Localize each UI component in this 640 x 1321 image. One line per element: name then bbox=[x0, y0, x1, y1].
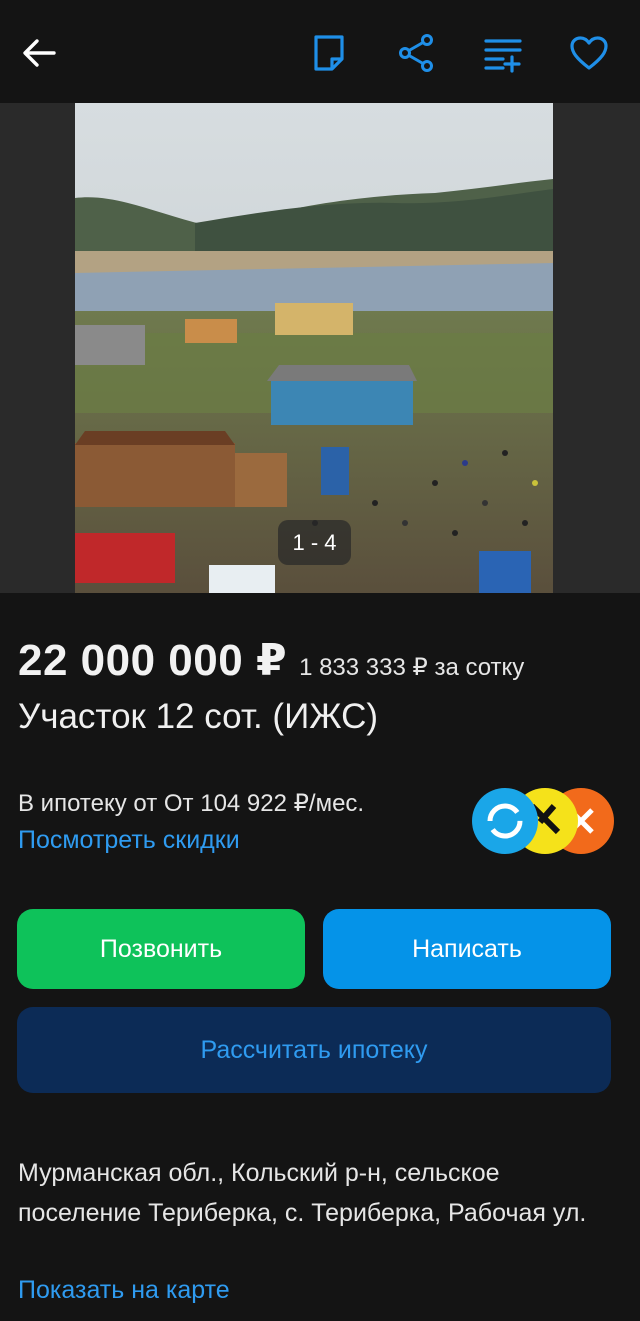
note-button[interactable] bbox=[308, 30, 350, 76]
mortgage-offer: В ипотеку от От 104 922 ₽/мес. bbox=[18, 790, 365, 817]
price-per-unit: 1 833 333 ₽ за сотку bbox=[299, 654, 525, 681]
bank-logo-blue bbox=[472, 788, 538, 854]
bank-logos bbox=[472, 788, 614, 854]
compare-button[interactable] bbox=[480, 30, 526, 76]
heart-icon bbox=[570, 36, 608, 70]
calculate-mortgage-button[interactable]: Рассчитать ипотеку bbox=[17, 1007, 611, 1093]
address: Мурманская обл., Кольский р-н, сельское … bbox=[18, 1159, 587, 1227]
price: 22 000 000 ₽ bbox=[18, 636, 288, 685]
discounts-link[interactable]: Посмотреть скидки bbox=[18, 826, 240, 855]
share-button[interactable] bbox=[394, 30, 438, 76]
top-app-bar bbox=[0, 0, 640, 103]
arrow-left-icon bbox=[23, 39, 56, 67]
compare-icon bbox=[484, 39, 522, 73]
share-icon bbox=[399, 34, 433, 72]
gallery-counter: 1 - 4 bbox=[278, 520, 351, 565]
note-icon bbox=[314, 35, 344, 71]
photo-gallery[interactable]: 1 - 4 bbox=[0, 103, 640, 593]
write-button[interactable]: Написать bbox=[323, 909, 611, 989]
price-row: 22 000 000 ₽ 1 833 333 ₽ за сотку bbox=[18, 635, 524, 686]
show-on-map-link[interactable]: Показать на карте bbox=[18, 1276, 230, 1305]
listing-title: Участок 12 сот. (ИЖС) bbox=[18, 697, 379, 736]
favorite-button[interactable] bbox=[566, 30, 612, 76]
back-button[interactable] bbox=[18, 32, 60, 74]
call-button[interactable]: Позвонить bbox=[17, 909, 305, 989]
